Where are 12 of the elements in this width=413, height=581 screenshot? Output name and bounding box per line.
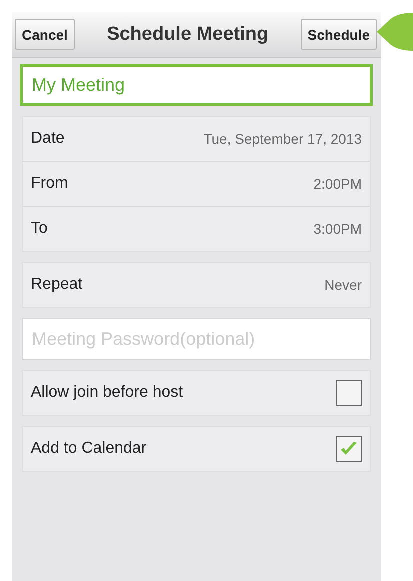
pointer-marker-icon: [377, 13, 413, 51]
time-row[interactable]: To 3:00PM: [23, 206, 370, 251]
option-label: Add to Calendar: [31, 440, 147, 458]
checkbox[interactable]: [336, 436, 362, 462]
schedule-button[interactable]: Schedule: [300, 19, 377, 50]
screen-title: Schedule Meeting: [107, 24, 269, 46]
repeat-row[interactable]: Repeat Never: [23, 263, 370, 307]
checkbox[interactable]: [336, 380, 362, 406]
option-label: Allow join before host: [31, 384, 184, 402]
cancel-button[interactable]: Cancel: [15, 19, 75, 50]
time-row[interactable]: Date Tue, September 17, 2013: [23, 117, 370, 161]
time-row[interactable]: From 2:00PM: [23, 161, 370, 206]
